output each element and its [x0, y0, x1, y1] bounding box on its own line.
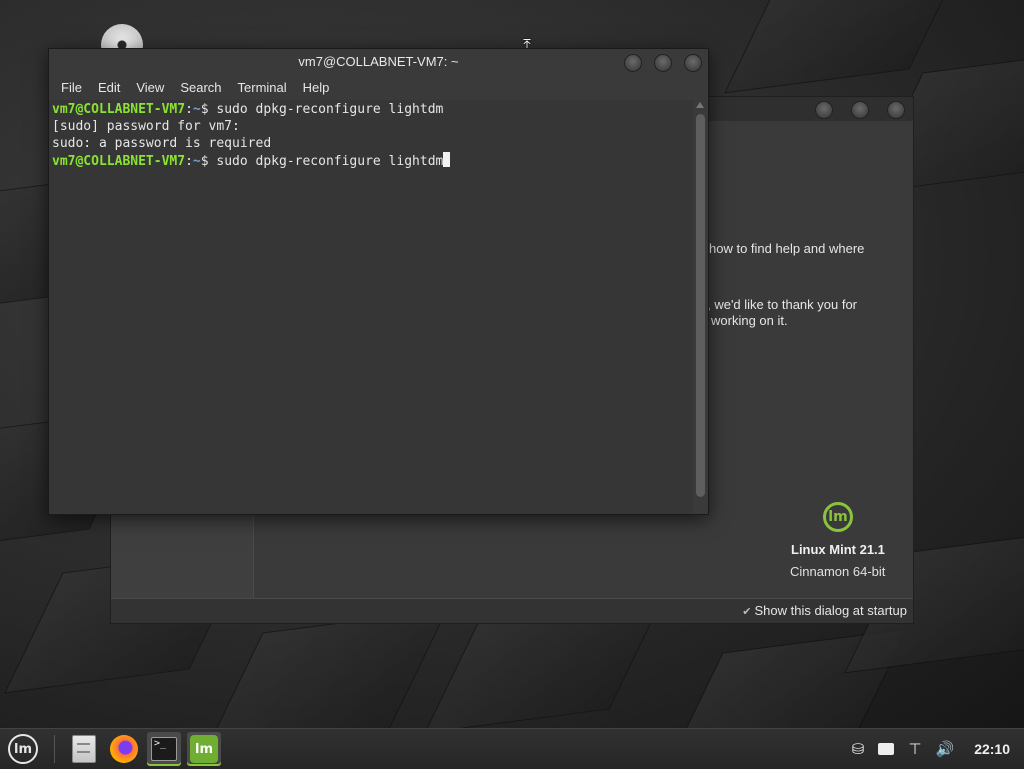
prompt-user: vm7@COLLABNET-VM7 [52, 102, 186, 117]
terminal-output[interactable]: vm7@COLLABNET-VM7:~$ sudo dpkg-reconfigu… [49, 100, 695, 514]
terminal-line: sudo: a password is required [52, 136, 272, 151]
command-text: sudo dpkg-reconfigure lightdm [216, 102, 444, 117]
terminal-window[interactable]: vm7@COLLABNET-VM7: ~ File Edit View Sear… [48, 48, 709, 515]
terminal-line: vm7@COLLABNET-VM7:~$ sudo dpkg-reconfigu… [52, 152, 695, 170]
welcome-text-line: ct, we'd like to thank you for [697, 297, 858, 312]
os-edition-label: Cinnamon 64-bit [790, 564, 886, 579]
menu-terminal[interactable]: Terminal [230, 80, 295, 95]
close-button[interactable] [887, 101, 905, 119]
scrollbar-thumb[interactable] [696, 114, 705, 497]
prompt-colon: : [185, 154, 193, 169]
terminal-titlebar[interactable]: vm7@COLLABNET-VM7: ~ [49, 49, 708, 75]
maximize-button[interactable] [851, 101, 869, 119]
file-manager-launcher[interactable] [67, 732, 101, 766]
taskbar-panel: lm >_ lm ⛁ ⊤ 🔊 22:10 [0, 728, 1024, 769]
terminal-scrollbar[interactable] [693, 100, 708, 514]
checkmark-icon: ✔ [742, 606, 752, 618]
minimize-button[interactable] [815, 101, 833, 119]
volume-icon[interactable]: 🔊 [936, 740, 955, 758]
file-manager-icon [72, 735, 96, 763]
menu-help[interactable]: Help [295, 80, 338, 95]
network-manager-icon[interactable]: ⛁ [852, 740, 865, 758]
terminal-line: vm7@COLLABNET-VM7:~$ sudo dpkg-reconfigu… [52, 101, 695, 118]
show-at-startup-label: Show this dialog at startup [754, 603, 907, 618]
os-version-label: Linux Mint 21.1 [791, 542, 885, 557]
prompt-path: ~ [192, 102, 201, 117]
terminal-launcher[interactable]: >_ [147, 732, 181, 766]
close-button[interactable] [684, 54, 702, 72]
menu-edit[interactable]: Edit [90, 80, 128, 95]
menu-file[interactable]: File [53, 80, 90, 95]
minimize-button[interactable] [624, 54, 642, 72]
maximize-button[interactable] [654, 54, 672, 72]
text-cursor [443, 152, 451, 167]
firefox-icon [110, 735, 138, 763]
terminal-menubar: File Edit View Search Terminal Help [49, 75, 708, 100]
terminal-icon: >_ [151, 737, 177, 761]
mint-welcome-icon: lm [190, 735, 218, 763]
scroll-up-icon[interactable] [696, 102, 704, 108]
menu-view[interactable]: View [128, 80, 172, 95]
show-at-startup-checkbox[interactable]: ✔ Show this dialog at startup [742, 603, 907, 618]
welcome-text-line: working on it. [711, 313, 788, 328]
mint-menu-button[interactable]: lm [8, 734, 38, 764]
prompt-colon: : [185, 102, 193, 117]
linux-mint-logo-icon: lm [823, 502, 853, 532]
network-wired-icon[interactable]: ⊤ [908, 740, 921, 758]
panel-separator [54, 735, 55, 763]
welcome-launcher[interactable]: lm [187, 732, 221, 766]
menu-search[interactable]: Search [172, 80, 229, 95]
command-input[interactable]: sudo dpkg-reconfigure lightdm [216, 154, 443, 169]
prompt-user: vm7@COLLABNET-VM7 [52, 154, 186, 169]
welcome-text-line: how to find help and where [709, 241, 865, 256]
system-tray: ⛁ ⊤ 🔊 22:10 [852, 740, 1024, 758]
welcome-footer: ✔ Show this dialog at startup [111, 598, 913, 623]
window-title: vm7@COLLABNET-VM7: ~ [298, 54, 459, 69]
clock[interactable]: 22:10 [974, 741, 1010, 757]
prompt-path: ~ [192, 154, 201, 169]
prompt-symbol: $ [200, 154, 209, 169]
terminal-line: [sudo] password for vm7: [52, 119, 240, 134]
prompt-symbol: $ [200, 102, 209, 117]
firefox-launcher[interactable] [107, 732, 141, 766]
linux-mint-logo-icon: lm [13, 741, 32, 757]
keyboard-icon[interactable] [878, 743, 895, 755]
